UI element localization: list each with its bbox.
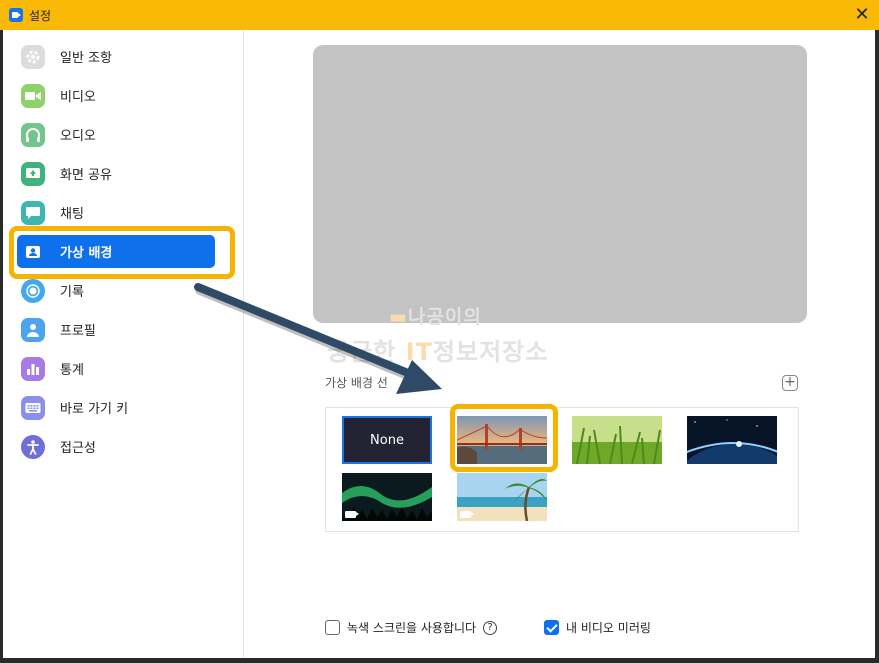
help-icon[interactable]: ? [483, 620, 498, 635]
chat-icon [21, 200, 45, 225]
add-background-button[interactable]: + [782, 375, 798, 391]
video-preview [313, 45, 807, 323]
sidebar-item-label: 일반 조항 [60, 51, 112, 66]
bg-beach-palm[interactable] [457, 473, 547, 521]
keyboard-icon [21, 395, 45, 420]
sidebar-item-label: 오디오 [60, 129, 96, 144]
window-title: 설정 [29, 8, 52, 23]
share-screen-icon [21, 161, 45, 186]
mirror-video-checkbox[interactable] [544, 620, 559, 635]
watermark-text: 정보저장소 [432, 338, 549, 366]
section-title: 가상 배경 선 [325, 376, 388, 390]
sidebar-highlight-box [9, 226, 235, 279]
record-icon [21, 278, 45, 303]
watermark-text: 나공이의 [407, 306, 482, 328]
profile-icon [21, 317, 45, 342]
gear-icon [21, 44, 45, 69]
title-bar[interactable]: 설정 ✕ [0, 0, 879, 30]
sidebar-item-label: 바로 가기 키 [60, 402, 129, 417]
video-camera-icon [345, 511, 359, 518]
sidebar-item-label: 프로필 [60, 324, 96, 339]
bg-none[interactable]: None [341, 415, 433, 465]
watermark-accent: IT [405, 338, 433, 366]
sidebar-item-label: 기록 [60, 285, 84, 300]
mirror-video-option[interactable]: 내 비디오 미러링 [544, 619, 651, 636]
mirror-video-label: 내 비디오 미러링 [566, 621, 651, 635]
sidebar-item-audio[interactable]: 오디오 [17, 118, 215, 151]
watermark-line1: ▬나공이의 [389, 302, 482, 329]
video-icon [21, 83, 45, 108]
settings-sidebar: 일반 조항 비디오 오디오 화면 공유 채팅 가상 배경 기록 프로필 통계 바… [3, 30, 244, 658]
green-screen-label: 녹색 스크린을 사용합니다 [347, 621, 477, 635]
sidebar-item-label: 화면 공유 [60, 168, 112, 183]
sidebar-item-share-screen[interactable]: 화면 공유 [17, 157, 215, 190]
thumbnail-highlight-box [450, 404, 558, 472]
virtual-background-panel: ▬나공이의 궁금한 IT정보저장소 가상 배경 선 + None 녹색 스크린을… [245, 30, 875, 658]
bg-aurora[interactable] [342, 473, 432, 521]
bg-earth-space[interactable] [687, 416, 777, 464]
zoom-app-icon [9, 8, 23, 22]
green-screen-option[interactable]: 녹색 스크린을 사용합니다 ? [325, 619, 498, 636]
sidebar-item-general[interactable]: 일반 조항 [17, 40, 215, 73]
sidebar-item-label: 접근성 [60, 441, 96, 456]
watermark-accent-bar: ▬ [389, 306, 408, 328]
watermark-line2: 궁금한 IT정보저장소 [327, 332, 548, 367]
green-screen-checkbox[interactable] [325, 620, 340, 635]
sidebar-item-chat[interactable]: 채팅 [17, 196, 215, 229]
statistics-icon [21, 356, 45, 381]
sidebar-item-label: 채팅 [60, 207, 84, 222]
sidebar-item-accessibility[interactable]: 접근성 [17, 430, 215, 463]
watermark-text: 궁금한 [327, 338, 406, 366]
bg-grass[interactable] [572, 416, 662, 464]
accessibility-icon [21, 434, 45, 459]
sidebar-item-shortcuts[interactable]: 바로 가기 키 [17, 391, 215, 424]
headphones-icon [21, 122, 45, 147]
sidebar-item-label: 비디오 [60, 90, 96, 105]
background-gallery: None [325, 407, 799, 532]
sidebar-item-profile[interactable]: 프로필 [17, 313, 215, 346]
close-button[interactable]: ✕ [851, 4, 873, 26]
sidebar-item-statistics[interactable]: 통계 [17, 352, 215, 385]
video-camera-icon [460, 511, 474, 518]
sidebar-item-video[interactable]: 비디오 [17, 79, 215, 112]
settings-window: 설정 ✕ 일반 조항 비디오 오디오 화면 공유 채팅 가상 배경 기록 프로필… [0, 0, 879, 663]
sidebar-item-label: 통계 [60, 363, 84, 378]
settings-content: 일반 조항 비디오 오디오 화면 공유 채팅 가상 배경 기록 프로필 통계 바… [3, 30, 875, 658]
